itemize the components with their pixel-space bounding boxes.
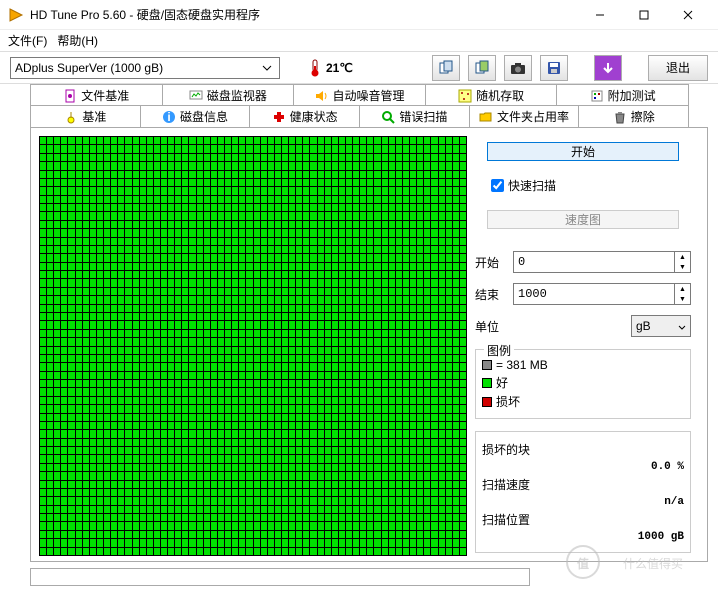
quick-scan-checkbox[interactable]: 快速扫描 (491, 177, 675, 194)
svg-text:i: i (167, 110, 170, 124)
damaged-value: 0.0 % (482, 461, 684, 473)
minimize-button[interactable] (578, 1, 622, 29)
exit-button[interactable]: 退出 (648, 55, 708, 81)
file-icon (63, 89, 77, 103)
tab-erase[interactable]: 擦除 (578, 105, 689, 127)
menu-file[interactable]: 文件(F) (8, 32, 47, 49)
app-icon (8, 7, 24, 23)
health-icon (272, 110, 286, 124)
unit-label: 单位 (475, 318, 507, 335)
options-button[interactable] (594, 55, 622, 81)
tab-info[interactable]: i磁盘信息 (140, 105, 251, 127)
start-label: 开始 (475, 254, 507, 271)
position-label: 扫描位置 (482, 511, 684, 528)
copy-screenshot-button[interactable] (468, 55, 496, 81)
tab-disk-monitor[interactable]: 磁盘监视器 (162, 84, 295, 106)
maximize-button[interactable] (622, 1, 666, 29)
temperature-value: 21℃ (326, 61, 353, 75)
end-label: 结束 (475, 286, 507, 303)
legend-bad-icon (482, 397, 492, 407)
block-map (39, 136, 467, 556)
benchmark-icon (64, 110, 78, 124)
legend-ok-icon (482, 378, 492, 388)
tab-extra-tests[interactable]: 附加测试 (556, 84, 689, 106)
thermometer-icon (308, 59, 322, 77)
end-spinner[interactable]: ▲▼ (513, 283, 691, 305)
start-scan-button[interactable]: 开始 (487, 142, 679, 161)
legend-block-icon (482, 360, 492, 370)
title-bar: HD Tune Pro 5.60 - 硬盘/固态硬盘实用程序 (0, 0, 718, 30)
save-button[interactable] (540, 55, 568, 81)
down-arrow-icon[interactable]: ▼ (675, 262, 690, 272)
chevron-down-icon (678, 319, 686, 333)
info-icon: i (162, 110, 176, 124)
close-button[interactable] (666, 1, 710, 29)
temperature-display: 21℃ (308, 59, 353, 77)
tab-file-benchmark[interactable]: 文件基准 (30, 84, 163, 106)
unit-select[interactable]: gB (631, 315, 691, 337)
screenshot-button[interactable] (504, 55, 532, 81)
test-icon (590, 89, 604, 103)
trash-icon (613, 110, 627, 124)
drive-select[interactable]: ADplus SuperVer (1000 gB) (10, 57, 280, 79)
side-panel: 开始 快速扫描 速度图 开始 ▲▼ 结束 ▲▼ 单位 gB (467, 136, 699, 553)
toolbar: ADplus SuperVer (1000 gB) 21℃ 退出 (0, 52, 718, 84)
copy-info-button[interactable] (432, 55, 460, 81)
tab-benchmark[interactable]: 基准 (30, 105, 141, 127)
menu-bar: 文件(F) 帮助(H) (0, 30, 718, 52)
speaker-icon (314, 89, 328, 103)
status-bar (30, 568, 530, 586)
damaged-label: 损坏的块 (482, 441, 684, 458)
position-value: 1000 gB (482, 531, 684, 543)
tab-error-scan[interactable]: 错误扫描 (359, 105, 470, 127)
start-spinner[interactable]: ▲▼ (513, 251, 691, 273)
random-icon (458, 89, 472, 103)
legend-caption: 图例 (484, 342, 514, 359)
speed-map-button: 速度图 (487, 210, 679, 229)
tab-health[interactable]: 健康状态 (249, 105, 360, 127)
tab-random-access[interactable]: 随机存取 (425, 84, 558, 106)
search-icon (381, 110, 395, 124)
error-scan-panel: 开始 快速扫描 速度图 开始 ▲▼ 结束 ▲▼ 单位 gB (30, 127, 708, 562)
tabs-row-2: 基准 i磁盘信息 健康状态 错误扫描 文件夹占用率 擦除 (0, 105, 718, 127)
up-arrow-icon[interactable]: ▲ (675, 252, 690, 262)
legend-box: 图例 = 381 MB 好 损坏 (475, 349, 691, 419)
speed-value: n/a (482, 496, 684, 508)
menu-help[interactable]: 帮助(H) (57, 32, 98, 49)
stats-box: 损坏的块 0.0 % 扫描速度 n/a 扫描位置 1000 gB (475, 431, 691, 553)
window-title: HD Tune Pro 5.60 - 硬盘/固态硬盘实用程序 (30, 6, 578, 23)
chevron-down-icon (259, 60, 275, 76)
start-input[interactable] (514, 252, 674, 272)
drive-select-value: ADplus SuperVer (1000 gB) (15, 61, 163, 75)
up-arrow-icon[interactable]: ▲ (675, 284, 690, 294)
tabs-row-1: 文件基准 磁盘监视器 自动噪音管理 随机存取 附加测试 (0, 84, 718, 106)
monitor-icon (189, 89, 203, 103)
tab-folder-usage[interactable]: 文件夹占用率 (469, 105, 580, 127)
speed-label: 扫描速度 (482, 476, 684, 493)
down-arrow-icon[interactable]: ▼ (675, 294, 690, 304)
tab-aam[interactable]: 自动噪音管理 (293, 84, 426, 106)
end-input[interactable] (514, 284, 674, 304)
folder-icon (479, 110, 493, 124)
